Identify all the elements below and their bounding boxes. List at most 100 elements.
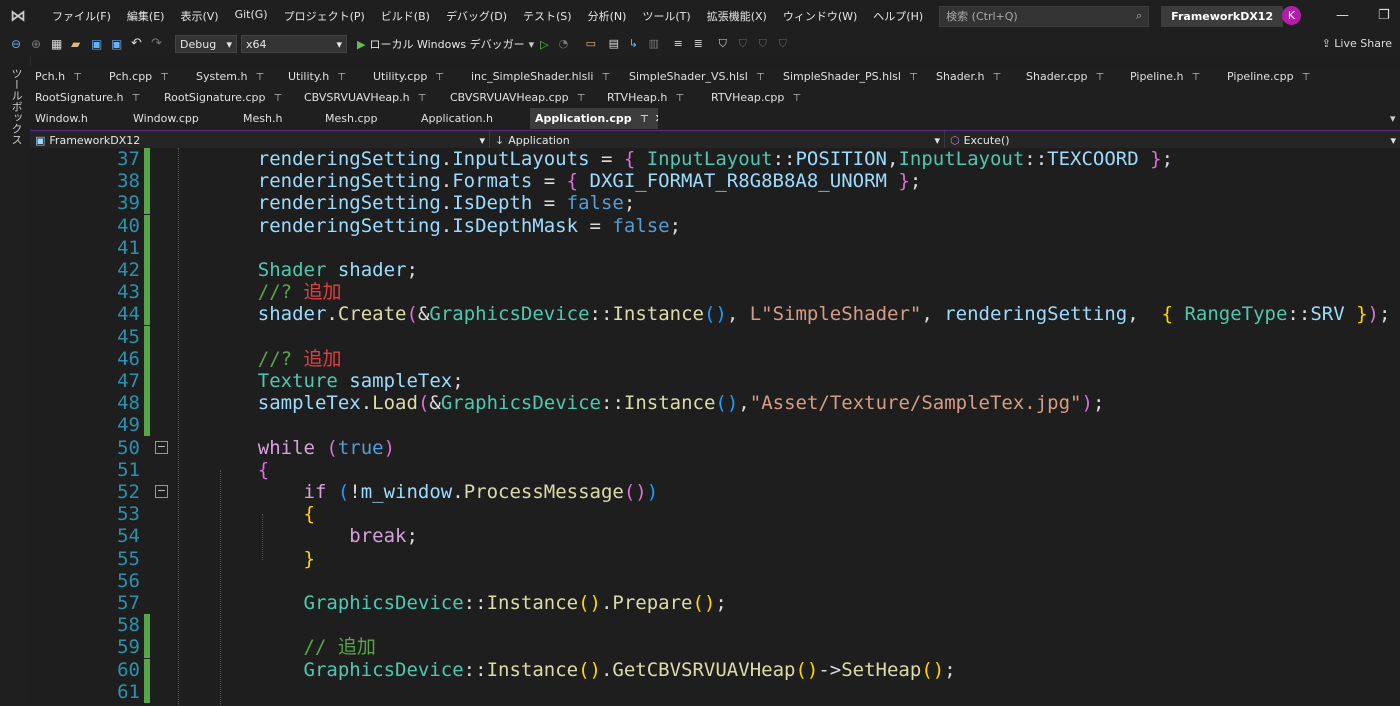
search-box[interactable]: 検索 (Ctrl+Q) ⌕	[939, 5, 1150, 27]
platform-select[interactable]: x64 ▾	[241, 35, 347, 53]
uncomment-icon[interactable]: ≣	[694, 37, 708, 51]
pin-icon[interactable]: ⊤	[992, 72, 1001, 83]
navigation-bar: ▣ FrameworkDX12 ▾ ↓ Application ▾ ⬡ Excu…	[30, 130, 1400, 149]
open-file-icon[interactable]: ▰	[71, 37, 85, 51]
pin-icon[interactable]: ⊤	[337, 72, 346, 83]
save-all-icon[interactable]: ▣	[111, 37, 125, 51]
hot-reload-icon[interactable]: ◔	[559, 37, 573, 51]
menu-item[interactable]: ヘルプ(H)	[865, 8, 931, 24]
pin-icon[interactable]: ⊤	[1302, 72, 1311, 83]
pin-icon[interactable]: ⊤	[418, 93, 427, 104]
pin-icon[interactable]: ⊤	[675, 93, 684, 104]
toolbox-sidebar: ツールボックス	[0, 56, 31, 706]
pin-icon[interactable]: ⊤	[1095, 72, 1104, 83]
menu-item[interactable]: ツール(T)	[634, 8, 698, 24]
tab-file[interactable]: CBVSRVUAVHeap.h ⊤	[299, 87, 445, 108]
tab-overflow-icon[interactable]: ▾	[1390, 112, 1396, 125]
pin-icon[interactable]: ⊤	[274, 93, 283, 104]
restore-icon[interactable]: ❐	[1378, 8, 1390, 23]
pin-icon[interactable]: ⊤	[435, 72, 444, 83]
project-dropdown[interactable]: ▣ FrameworkDX12 ▾	[30, 131, 490, 149]
close-icon[interactable]: ✕	[655, 112, 658, 125]
tab-file[interactable]: RTVHeap.cpp ⊤	[706, 87, 816, 108]
menu-item[interactable]: 拡張機能(X)	[699, 8, 775, 24]
collapse-icon[interactable]: −	[155, 485, 168, 498]
configuration-select[interactable]: Debug ▾	[175, 35, 237, 53]
tab-file[interactable]: RootSignature.h ⊤	[30, 87, 159, 108]
chevron-down-icon[interactable]: ▾	[529, 38, 535, 51]
tab-file[interactable]: Application.h	[416, 108, 530, 129]
menu-item[interactable]: 表示(V)	[172, 8, 226, 24]
tab-file[interactable]: SimpleShader_PS.hlsl ⊤	[778, 66, 931, 87]
tab-file[interactable]: CBVSRVUAVHeap.cpp ⊤	[445, 87, 602, 108]
pin-icon[interactable]: ⊤	[256, 72, 265, 83]
new-project-icon[interactable]: ▦	[51, 37, 65, 51]
scope-dropdown[interactable]: ↓ Application ▾	[490, 131, 945, 149]
tab-file[interactable]: Window.cpp	[128, 108, 238, 129]
pin-icon[interactable]: ⊤	[160, 72, 169, 83]
code-editor[interactable]: 37 renderingSetting.InputLayouts = { Inp…	[30, 148, 1400, 706]
tab-file[interactable]: Pch.cpp ⊤	[104, 66, 191, 87]
comment-icon[interactable]: ≡	[674, 37, 688, 51]
bookmark-clear-icon[interactable]: ⛉	[779, 37, 793, 51]
tab-file[interactable]: RTVHeap.h ⊤	[602, 87, 706, 108]
folder-icon[interactable]: ▭	[586, 37, 600, 51]
tab-file[interactable]: Pipeline.h ⊤	[1125, 66, 1222, 87]
menu-item[interactable]: ビルド(B)	[373, 8, 438, 24]
bookmark-icon[interactable]: ⛉	[719, 37, 733, 51]
member-dropdown[interactable]: ⬡ Excute() ▾	[945, 131, 1400, 149]
forward-icon[interactable]: ⊕	[31, 37, 45, 51]
tab-file[interactable]: Pch.h ⊤	[30, 66, 104, 87]
tab-file[interactable]: Pipeline.cpp ⊤	[1222, 66, 1326, 87]
visual-studio-logo-icon[interactable]: ⋈	[10, 6, 36, 26]
start-debug-icon[interactable]: ▶	[357, 38, 365, 51]
start-without-debug-icon[interactable]: ▷	[540, 38, 548, 51]
pin-icon[interactable]: ⊤	[756, 72, 765, 83]
pin-icon[interactable]: ⊤	[1192, 72, 1201, 83]
bookmark-next-icon[interactable]: ⛉	[759, 37, 773, 51]
menu-item[interactable]: 分析(N)	[580, 8, 635, 24]
avatar[interactable]: K	[1282, 6, 1301, 25]
tab-file[interactable]: System.h ⊤	[191, 66, 283, 87]
bookmark-prev-icon[interactable]: ⛉	[739, 37, 753, 51]
tab-file[interactable]: Mesh.cpp	[320, 108, 416, 129]
pin-icon[interactable]: ⊤	[577, 93, 586, 104]
pin-icon[interactable]: ⊤	[131, 93, 140, 104]
tab-file[interactable]: Shader.cpp ⊤	[1021, 66, 1125, 87]
live-share-button[interactable]: ⇪ Live Share	[1322, 37, 1392, 50]
solution-name-badge[interactable]: FrameworkDX12	[1161, 5, 1284, 27]
tab-file[interactable]: Window.h	[30, 108, 128, 129]
menu-item[interactable]: 編集(E)	[119, 8, 173, 24]
tab-file[interactable]: Utility.h ⊤	[283, 66, 368, 87]
pin-icon[interactable]: ⊤	[601, 72, 610, 83]
tab-file[interactable]: RootSignature.cpp ⊤	[159, 87, 299, 108]
menu-item[interactable]: ファイル(F)	[44, 8, 119, 24]
window-layout-icon[interactable]: ▤	[609, 37, 623, 51]
tab-label: Shader.cpp	[1026, 70, 1088, 83]
step-icon[interactable]: ↳	[629, 37, 643, 51]
redo-icon[interactable]: ↷	[151, 37, 165, 51]
pin-icon[interactable]: ⊤	[73, 72, 82, 83]
breakpoint-icon[interactable]: ▥	[649, 37, 663, 51]
tab-file[interactable]: inc_SimpleShader.hlsli ⊤	[466, 66, 624, 87]
pin-icon[interactable]: ⊤	[909, 72, 918, 83]
tab-file[interactable]: Application.cpp ⊤ ✕	[530, 108, 658, 129]
pin-icon[interactable]: ⊤	[792, 93, 801, 104]
tab-file[interactable]: Mesh.h	[238, 108, 320, 129]
tab-file[interactable]: Shader.h ⊤	[931, 66, 1021, 87]
pin-icon[interactable]: ⊤	[640, 114, 649, 125]
start-debug-button[interactable]: ローカル Windows デバッガー	[369, 36, 524, 52]
undo-icon[interactable]: ↶	[131, 37, 145, 51]
collapse-icon[interactable]: −	[155, 440, 168, 454]
tab-file[interactable]: SimpleShader_VS.hlsl ⊤	[624, 66, 778, 87]
menu-item[interactable]: テスト(S)	[515, 8, 580, 24]
save-icon[interactable]: ▣	[91, 37, 105, 51]
menu-item[interactable]: Git(G)	[227, 8, 276, 24]
menu-item[interactable]: ウィンドウ(W)	[775, 8, 865, 24]
toolbox-tab[interactable]: ツールボックス	[8, 68, 24, 145]
back-icon[interactable]: ⊖	[11, 37, 25, 51]
tab-file[interactable]: Utility.cpp ⊤	[368, 66, 466, 87]
menu-item[interactable]: デバッグ(D)	[438, 8, 515, 24]
menu-item[interactable]: プロジェクト(P)	[276, 8, 373, 24]
minimize-icon[interactable]: —	[1336, 8, 1349, 23]
